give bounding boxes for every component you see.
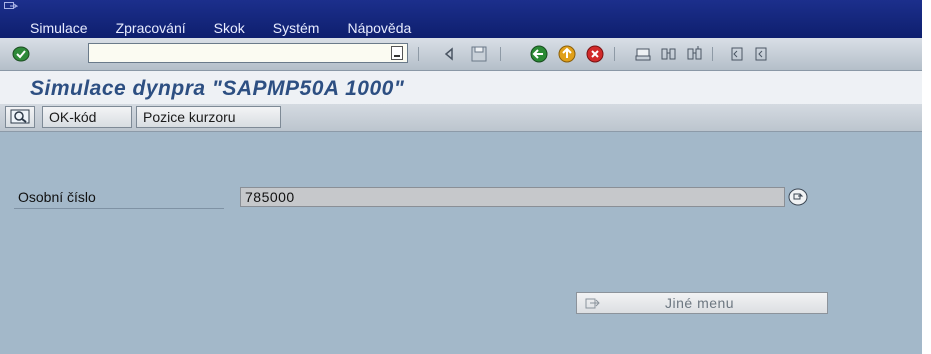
find-next-icon[interactable]: [686, 45, 704, 63]
find-icon[interactable]: [660, 45, 678, 63]
menu-item-simulace[interactable]: Simulace: [30, 20, 88, 36]
toolbar-separator: [418, 47, 419, 61]
value-help-icon[interactable]: [788, 187, 808, 207]
standard-toolbar: [0, 38, 922, 71]
label-underline: [14, 208, 224, 209]
cancel-icon[interactable]: [586, 45, 604, 63]
save-icon[interactable]: [470, 45, 488, 63]
back-arrow-icon[interactable]: [440, 45, 458, 63]
main-area: Osobní číslo Jiné menu: [0, 132, 922, 354]
menu-item-zpracovani[interactable]: Zpracování: [116, 20, 186, 36]
cursor-position-button[interactable]: Pozice kurzoru: [136, 106, 281, 128]
back-icon[interactable]: [530, 45, 548, 63]
personnel-number-input[interactable]: [241, 188, 779, 206]
page-title: Simulace dynpra "SAPMP50A 1000": [30, 77, 405, 100]
other-menu-label: Jiné menu: [665, 295, 735, 311]
enter-check-icon[interactable]: [12, 46, 30, 62]
print-icon[interactable]: [634, 45, 652, 63]
toolbar-separator: [614, 47, 615, 61]
other-menu-icon: [585, 296, 601, 310]
menu-item-napoveda[interactable]: Nápověda: [347, 20, 411, 36]
menu-item-system[interactable]: Systém: [273, 20, 320, 36]
window-edge: [922, 0, 931, 354]
toolbar-separator: [712, 47, 713, 61]
application-toolbar: OK-kód Pozice kurzoru: [0, 104, 922, 132]
toolbar-separator: [500, 47, 501, 61]
window-menu-icon[interactable]: [4, 2, 19, 12]
other-menu-button[interactable]: Jiné menu: [576, 292, 828, 314]
menu-bar: Simulace Zpracování Skok Systém Nápověda: [0, 0, 922, 38]
command-history-icon[interactable]: [391, 46, 403, 60]
personnel-number-label: Osobní číslo: [18, 189, 96, 205]
title-bar: Simulace dynpra "SAPMP50A 1000": [0, 71, 922, 104]
magnifier-icon: [10, 109, 30, 124]
ok-code-button[interactable]: OK-kód: [42, 106, 132, 128]
display-button[interactable]: [5, 106, 35, 128]
previous-page-icon[interactable]: [752, 45, 770, 63]
first-page-icon[interactable]: [728, 45, 746, 63]
command-input[interactable]: [89, 44, 387, 62]
menu-item-skok[interactable]: Skok: [214, 20, 245, 36]
exit-icon[interactable]: [558, 45, 576, 63]
command-field[interactable]: [88, 43, 408, 63]
personnel-number-field[interactable]: [240, 187, 785, 207]
